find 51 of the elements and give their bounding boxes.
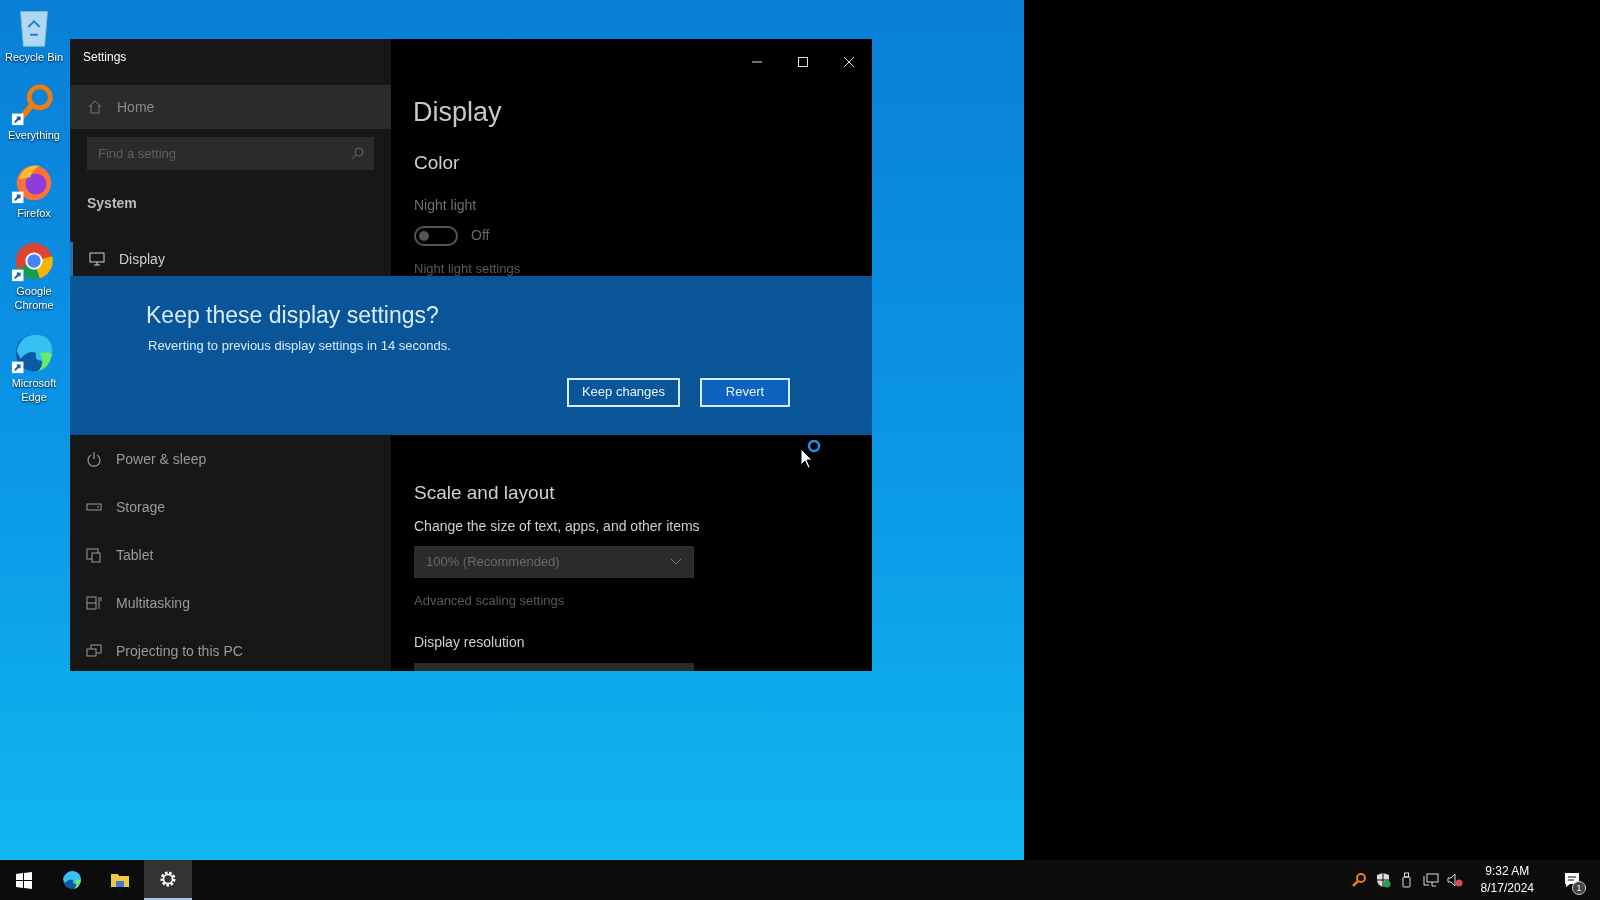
windows-logo-icon [13,869,35,891]
speaker-muted-icon[interactable] [1446,872,1463,888]
message-icon [1563,871,1581,889]
setting-label: Night light [413,196,477,215]
close-icon [843,56,855,68]
desktop-icon-label[interactable]: Firefox [17,206,51,220]
busy-cursor-icon [800,440,822,470]
maximize-icon [797,56,809,68]
window-title: Settings [83,49,127,66]
notification-count-badge: 1 [1572,881,1586,895]
sidebar-item[interactable]: Tablet [70,531,391,579]
sidebar-item[interactable]: Multitasking [70,579,391,627]
clock-button[interactable]: 9:32 AM 8/17/2024 [1474,860,1540,900]
magnifier-icon[interactable] [1350,872,1367,888]
section-heading: Color [413,151,460,175]
taskbar-button[interactable] [144,860,192,900]
power-icon [86,451,102,467]
clock-date: 8/17/2024 [1480,880,1534,897]
sidebar-item[interactable]: Projecting to this PC [70,627,391,671]
house-icon [87,99,103,115]
multitasking-icon [86,595,102,611]
chevron-down-icon [670,558,682,566]
dialog-title: Keep these display settings? [146,301,440,330]
dialog-message: Reverting to previous display settings in 14 seconds. [147,337,452,355]
desktop-icon-label[interactable]: Microsoft Edge [1,376,67,404]
notifications-button[interactable]: 1 [1550,860,1594,900]
search-icon [351,147,364,160]
section-heading: System [86,194,138,213]
projector-screen-icon [86,643,102,659]
tablet-icon [86,547,102,563]
dialog-button[interactable]: Keep changes [567,377,680,407]
toggle-state-label: Off [471,226,490,245]
desktop-icon-label[interactable]: Recycle Bin [4,50,64,64]
setting-label: Change the size of text, apps, and other items [414,517,700,536]
clock-time: 9:32 AM [1485,863,1530,880]
sidebar-item[interactable]: Storage [70,483,391,531]
wave-swirl-icon [61,869,83,891]
desktop-icon-label[interactable]: Everything [8,128,60,142]
section-heading: Scale and layout [414,481,555,505]
settings-link[interactable]: Night light settings [413,261,521,276]
network-monitor-icon[interactable] [1422,872,1439,888]
page-title: Display [413,96,502,129]
monitor-icon [89,251,105,267]
night-light-toggle[interactable] [414,225,458,246]
dialog-button[interactable]: Revert [700,377,790,407]
shield-check-icon[interactable] [1374,872,1391,888]
desktop-icon-label[interactable]: Google Chrome [1,284,67,312]
settings-link[interactable]: Advanced scaling settings [414,591,565,611]
home-button[interactable]: Home [70,85,391,129]
setting-label: Display resolution [414,632,525,652]
sidebar-item[interactable]: Power & sleep [70,435,391,483]
